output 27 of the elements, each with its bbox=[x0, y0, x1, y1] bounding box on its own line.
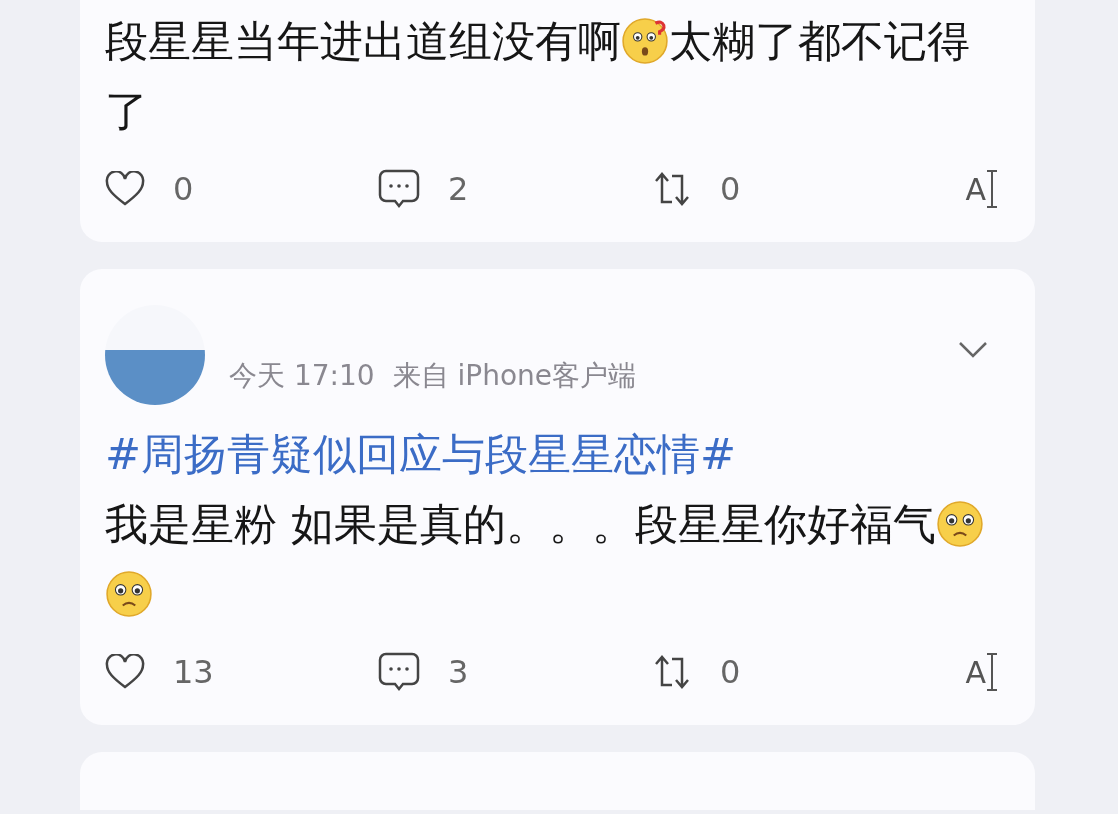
post-text: 我是星粉 如果是真的。。。段星星你好福气 bbox=[105, 498, 936, 551]
comment-icon[interactable] bbox=[378, 169, 420, 209]
comment-icon[interactable] bbox=[378, 652, 420, 692]
repost-count: 0 bbox=[720, 170, 741, 208]
post-text: 太糊了都不记得 bbox=[669, 15, 970, 68]
text-cursor-icon[interactable] bbox=[986, 169, 998, 209]
repost-icon[interactable] bbox=[652, 171, 692, 207]
pleading-face-icon bbox=[935, 500, 984, 548]
like-count: 13 bbox=[173, 653, 214, 691]
post-text: 段星星当年进出道组没有啊 bbox=[105, 15, 621, 68]
comment-count: 3 bbox=[448, 653, 469, 691]
text-tool-glyph[interactable]: A bbox=[965, 171, 986, 207]
post-source: 来自 iPhone客户端 bbox=[392, 358, 636, 394]
post-text: 了 bbox=[105, 85, 148, 138]
text-cursor-icon[interactable] bbox=[986, 652, 998, 692]
like-count: 0 bbox=[173, 170, 194, 208]
text-tool-glyph[interactable]: A bbox=[965, 654, 986, 690]
hashtag-link[interactable]: #周扬青疑似回应与段星星恋情# bbox=[105, 429, 737, 479]
repost-icon[interactable] bbox=[652, 654, 692, 690]
heart-icon[interactable] bbox=[105, 654, 145, 690]
comment-count: 2 bbox=[448, 170, 469, 208]
repost-count: 0 bbox=[720, 653, 741, 691]
pleading-face-icon bbox=[105, 570, 153, 618]
heart-icon[interactable] bbox=[105, 171, 145, 207]
chevron-down-icon[interactable] bbox=[958, 341, 988, 359]
post-time: 今天 17:10 bbox=[229, 358, 375, 394]
thinking-face-icon bbox=[621, 17, 669, 65]
